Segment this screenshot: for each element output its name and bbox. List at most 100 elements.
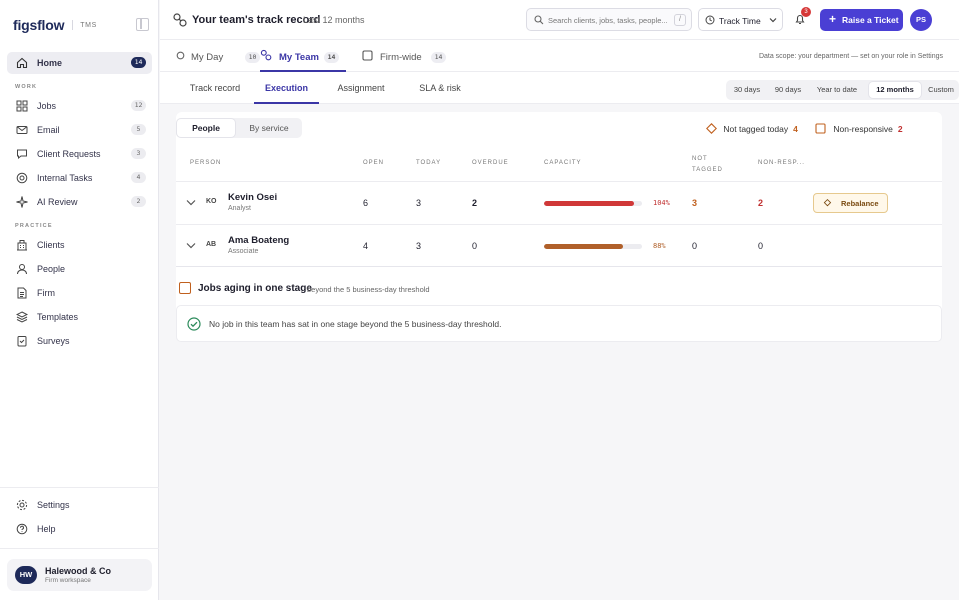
- range-12-months[interactable]: 12 months: [869, 82, 921, 98]
- tab-execution[interactable]: Execution: [254, 72, 319, 104]
- tab-sla-risk[interactable]: SLA & risk: [410, 72, 470, 104]
- section-heading-work: WORK: [15, 84, 38, 90]
- chevron-down-icon[interactable]: [186, 199, 196, 206]
- sidebar-item-people[interactable]: People: [7, 258, 152, 280]
- aging-empty-state: No job in this team has sat in one stage…: [176, 305, 942, 342]
- open-count: 6: [363, 198, 369, 208]
- sidebar-item-count: 12: [131, 100, 146, 111]
- col-header-not-tagged: NOT: [692, 156, 708, 162]
- range-30-days[interactable]: 30 days: [729, 82, 765, 98]
- sidebar-item-label: Client Requests: [37, 149, 101, 159]
- check-circle-icon: [187, 317, 201, 331]
- overdue-count: 0: [472, 241, 478, 251]
- sidebar-item-label: Jobs: [37, 101, 57, 111]
- person-name[interactable]: Kevin Osei: [228, 192, 277, 203]
- chevron-down-icon[interactable]: [186, 242, 196, 249]
- sidebar-item-client-requests[interactable]: Client Requests 3: [7, 143, 152, 165]
- tab-label: My Team: [279, 52, 319, 63]
- view-toggle: People By service: [176, 118, 302, 138]
- tab-my-day[interactable]: My Day 10: [176, 40, 260, 72]
- aging-subtitle: beyond the 5 business-day threshold: [307, 285, 430, 294]
- search-box[interactable]: Search clients, jobs, tasks, people... /: [526, 8, 692, 31]
- capacity-percent: 104%: [653, 199, 670, 207]
- brand-tag: TMS: [80, 21, 97, 29]
- person-name[interactable]: Ama Boateng: [228, 235, 289, 246]
- tab-count: 14: [324, 52, 339, 63]
- capacity-bar: [544, 244, 642, 249]
- sidebar-item-ai-review[interactable]: AI Review 2: [7, 191, 152, 213]
- range-custom[interactable]: Custom: [925, 82, 957, 98]
- table-row[interactable]: KO Kevin Osei Analyst 6 3 2 104% 3 2 ◇ R…: [176, 181, 942, 224]
- sidebar-item-internal-tasks[interactable]: Internal Tasks 4: [7, 167, 152, 189]
- diamond-icon: [706, 123, 717, 134]
- sidebar-item-templates[interactable]: Templates: [7, 306, 152, 328]
- not-tagged-count: 4: [793, 124, 798, 134]
- scope-tabs: My Day 10 My Team 14 Firm-wide 14 Data s…: [160, 40, 959, 72]
- tab-firm-wide[interactable]: Firm-wide 14: [362, 40, 452, 72]
- table-row[interactable]: AB Ama Boateng Associate 4 3 0 88% 0 0: [176, 224, 942, 267]
- tab-assignment[interactable]: Assignment: [326, 72, 396, 104]
- page-subtitle: Last 12 months: [303, 15, 365, 25]
- document-icon: [17, 287, 27, 299]
- col-header-non-responsive: NON-RESP...: [758, 160, 805, 166]
- building-icon: [17, 240, 27, 251]
- toggle-by-service[interactable]: By service: [238, 119, 300, 137]
- rebalance-button[interactable]: ◇ Rebalance: [813, 193, 888, 213]
- sidebar-item-label: Home: [37, 58, 63, 68]
- sidebar-item-settings[interactable]: Settings: [7, 494, 152, 516]
- square-icon: [815, 123, 826, 134]
- sidebar-item-email[interactable]: Email 5: [7, 119, 152, 141]
- sidebar-item-label: Clients: [37, 240, 65, 250]
- col-header-today: TODAY: [416, 160, 442, 166]
- tab-count: 10: [245, 52, 260, 63]
- person-initials: AB: [206, 241, 217, 248]
- aging-title: Jobs aging in one stage: [198, 283, 312, 294]
- sidebar-item-label: Firm: [37, 288, 55, 298]
- sidebar-item-clients[interactable]: Clients: [7, 234, 152, 256]
- layers-icon: [16, 311, 28, 323]
- sidebar-item-label: Email: [37, 125, 60, 135]
- warning-square-icon: [179, 282, 191, 294]
- col-header-not-tagged-2: TAGGED: [692, 167, 723, 173]
- tab-label: My Day: [191, 52, 224, 63]
- sidebar-divider: [0, 487, 159, 488]
- sparkle-icon: [16, 196, 28, 208]
- tab-track-record[interactable]: Track record: [178, 72, 252, 104]
- sidebar-item-help[interactable]: Help: [7, 518, 152, 540]
- sidebar-item-count: 2: [131, 196, 146, 207]
- user-avatar[interactable]: PS: [910, 9, 932, 31]
- non-responsive-flag[interactable]: Non-responsive 2: [815, 123, 903, 134]
- sidebar-item-surveys[interactable]: Surveys: [7, 330, 152, 352]
- sidebar-item-home[interactable]: Home 14: [7, 52, 152, 74]
- sidebar-item-jobs[interactable]: Jobs 12: [7, 95, 152, 117]
- tab-my-team[interactable]: My Team 14: [260, 40, 346, 72]
- sidebar-item-count: 4: [131, 172, 146, 183]
- toggle-people[interactable]: People: [177, 119, 235, 137]
- capacity-bar: [544, 201, 642, 206]
- non-responsive-count: 0: [758, 241, 764, 251]
- workspace-switcher[interactable]: HW Halewood & Co Firm workspace: [7, 559, 152, 591]
- sidebar-item-firm[interactable]: Firm: [7, 282, 152, 304]
- col-header-person: PERSON: [190, 160, 222, 166]
- clipboard-icon: [17, 336, 27, 347]
- home-icon: [16, 57, 28, 69]
- open-count: 4: [363, 241, 369, 251]
- brand-logo[interactable]: figsflow TMS: [13, 17, 97, 33]
- range-90-days[interactable]: 90 days: [770, 82, 806, 98]
- team-icon: [173, 13, 187, 27]
- track-time-button[interactable]: Track Time: [698, 8, 783, 31]
- data-scope-note: Data scope: your department — set on you…: [758, 53, 943, 60]
- sidebar-item-label: Help: [37, 524, 56, 534]
- non-responsive-count: 2: [758, 198, 764, 208]
- search-input[interactable]: Search clients, jobs, tasks, people...: [548, 16, 668, 25]
- workspace-name: Halewood & Co: [45, 566, 112, 576]
- tab-count: 14: [431, 52, 446, 63]
- search-shortcut: /: [674, 14, 686, 26]
- execution-panel: People By service Not tagged today 4 Non-…: [176, 112, 942, 342]
- not-tagged-flag[interactable]: Not tagged today 4: [706, 123, 798, 134]
- range-year-to-date[interactable]: Year to date: [810, 82, 864, 98]
- section-tabs: Track record Execution Assignment SLA & …: [160, 72, 959, 104]
- raise-ticket-button[interactable]: + Raise a Ticket: [820, 9, 903, 31]
- sidebar-collapse-icon[interactable]: [136, 18, 149, 31]
- sidebar-item-count: 3: [131, 148, 146, 159]
